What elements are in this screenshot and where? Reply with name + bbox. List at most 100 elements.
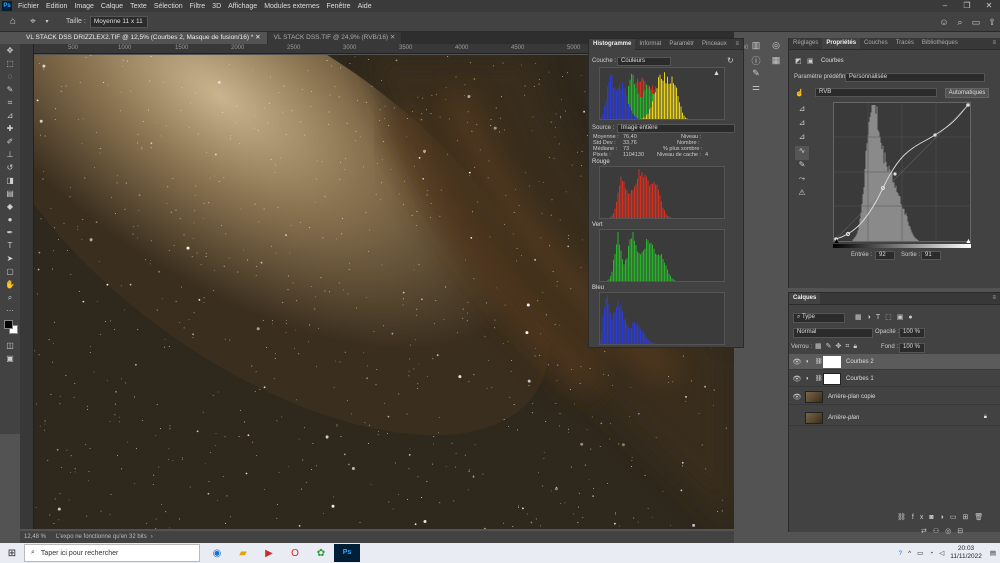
shape-tool-icon[interactable]: ▢ (0, 265, 20, 278)
menu-fichier[interactable]: Fichier (18, 3, 39, 10)
tab-traces[interactable]: Tracés (892, 38, 918, 49)
tab-document-2[interactable]: VL STACK DSS.TIF @ 24,9% (RVB/16) ✕ (267, 32, 402, 44)
marquee-tool-icon[interactable]: ⬚ (0, 57, 20, 70)
restore-icon[interactable]: ❐ (956, 0, 978, 12)
type-filter-icon[interactable]: T (876, 314, 885, 321)
tab-histogramme[interactable]: Histogramme (589, 38, 636, 50)
history-brush-icon[interactable]: ↺ (0, 161, 20, 174)
layer-name[interactable]: Courbes 1 (846, 376, 874, 382)
info-icon[interactable]: ⓘ (748, 54, 764, 68)
screen-mode-icon[interactable]: ▣ (0, 352, 20, 365)
menu-affichage[interactable]: Affichage (228, 3, 257, 10)
add-mask-icon[interactable]: ◙ (929, 514, 939, 521)
layer-row[interactable]: 👁︎ ◑ ⛓︎ Courbes 1 (789, 371, 1000, 387)
move-tool-icon[interactable]: ✥ (0, 44, 20, 57)
tab-proprietes[interactable]: Propriétés (822, 38, 861, 49)
photoshop-logo-icon[interactable]: Ps (2, 1, 12, 11)
preset-select[interactable]: Personnalisée (845, 73, 985, 82)
account-icon[interactable]: ☺ (936, 17, 952, 27)
crop-tool-icon[interactable]: ⌗ (0, 96, 20, 109)
more-tools-icon[interactable]: ··· (0, 304, 20, 317)
mask-icon[interactable]: ▣ (807, 57, 814, 65)
dock-icon-2[interactable]: ⚇ (933, 528, 945, 535)
zoom-level[interactable]: 12,48 % (24, 534, 46, 540)
layer-row[interactable]: 👁︎ Arrière-plan copie (789, 389, 1000, 405)
eyedropper-tool-icon[interactable]: ⊿ (0, 109, 20, 122)
gray-point-eyedropper-icon[interactable]: ⊿ (795, 118, 809, 132)
windows-start-icon[interactable]: ⊞ (0, 548, 24, 559)
blend-mode-select[interactable]: Normal (793, 328, 873, 338)
clock[interactable]: 20:03 11/11/2022 (950, 545, 982, 561)
menu-fenetre[interactable]: Fenêtre (326, 3, 350, 10)
lock-all-icon[interactable]: 🔒︎ (853, 343, 861, 350)
panel-menu-icon[interactable]: ≡ (988, 38, 1000, 49)
network-icon[interactable]: ◔ (929, 550, 933, 557)
color-swatches[interactable] (0, 317, 20, 339)
clipping-warning-icon[interactable]: ⚠ (795, 188, 809, 202)
help-icon[interactable]: ? (898, 550, 902, 557)
fill-field[interactable]: 100 % (899, 343, 925, 353)
dock-icon-4[interactable]: ⊟ (957, 528, 969, 535)
menu-3d[interactable]: 3D (212, 3, 221, 10)
menu-calque[interactable]: Calque (101, 3, 123, 10)
swatches-icon[interactable]: ▦ (768, 55, 784, 70)
layer-name[interactable]: Courbes 2 (846, 359, 874, 365)
refresh-icon[interactable]: ↻ (727, 56, 734, 65)
tab-informations[interactable]: Informat (635, 39, 665, 50)
home-icon[interactable]: ⌂ (6, 16, 20, 27)
link-icon[interactable]: ⛓︎ (815, 358, 823, 365)
app-icon-1[interactable]: ◉ (204, 548, 230, 559)
lock-pixels-icon[interactable]: ✎ (826, 343, 836, 350)
battery-icon[interactable]: ▭ (917, 549, 923, 557)
hand-tool-icon[interactable]: ✋ (0, 278, 20, 291)
close-icon[interactable]: ✕ (978, 0, 1000, 12)
layer-row[interactable]: 👁︎ ◑ ⛓︎ Courbes 2 (789, 354, 1000, 370)
brush-settings-icon[interactable]: ✎ (748, 68, 764, 82)
layer-thumbnail[interactable] (805, 411, 823, 424)
path-select-icon[interactable]: ➤ (0, 252, 20, 265)
output-field[interactable]: 91 (921, 251, 941, 260)
trash-icon[interactable]: 🗑︎ (974, 514, 989, 521)
tab-pinceaux[interactable]: Pinceaux (698, 39, 731, 50)
file-explorer-icon[interactable]: ▰ (230, 548, 256, 559)
input-field[interactable]: 92 (875, 251, 895, 260)
opacity-field[interactable]: 100 % (899, 328, 925, 338)
gradient-tool-icon[interactable]: ▤ (0, 187, 20, 200)
new-adjustment-icon[interactable]: ◑ (940, 514, 950, 521)
visibility-eye-icon[interactable]: 👁︎ (789, 375, 805, 383)
opera-icon[interactable]: O (282, 548, 308, 559)
panel-menu-icon[interactable]: ≡ (731, 39, 743, 50)
menu-image[interactable]: Image (74, 3, 93, 10)
auto-button[interactable]: Automatiques (945, 88, 989, 98)
chevron-right-icon[interactable]: › (151, 534, 153, 540)
curves-channel-select[interactable]: RVB (815, 88, 937, 97)
pixel-filter-icon[interactable]: ▦ (855, 314, 867, 321)
zoom-tool-icon[interactable]: ⌕ (0, 291, 20, 304)
black-slider-icon[interactable]: ▲ (833, 238, 840, 245)
panel-menu-icon[interactable]: ≡ (988, 293, 1000, 304)
lock-position-icon[interactable]: ✥ (836, 343, 846, 350)
tab-calques[interactable]: Calques (789, 293, 821, 304)
menu-selection[interactable]: Sélection (154, 3, 183, 10)
black-point-eyedropper-icon[interactable]: ⊿ (795, 104, 809, 118)
close-icon[interactable]: ✕ (255, 34, 260, 41)
dodge-tool-icon[interactable]: ● (0, 213, 20, 226)
source-select[interactable]: Image entière (617, 124, 735, 133)
blur-tool-icon[interactable]: ◆ (0, 200, 20, 213)
shape-filter-icon[interactable]: ⬚ (885, 314, 897, 321)
white-point-eyedropper-icon[interactable]: ⊿ (795, 132, 809, 146)
quick-select-tool-icon[interactable]: ✎ (0, 83, 20, 96)
layer-mask-thumbnail[interactable] (823, 355, 841, 368)
link-layers-icon[interactable]: ⛓︎ (897, 514, 912, 521)
warning-icon[interactable]: ▲ (713, 70, 720, 77)
close-icon[interactable]: ✕ (390, 34, 395, 41)
link-icon[interactable]: ⛓︎ (815, 375, 823, 382)
color-wheel-icon[interactable]: ◎ (768, 40, 784, 55)
adjustment-filter-icon[interactable]: ◑ (867, 314, 876, 321)
size-select[interactable]: Moyenne 11 x 11 (89, 15, 148, 28)
target-adjust-icon[interactable]: ☝ (795, 89, 804, 97)
layer-row[interactable]: ▫ Arrière-plan 🔒︎ (789, 410, 1000, 426)
curves-graph[interactable] (833, 102, 971, 242)
menu-aide[interactable]: Aide (358, 3, 372, 10)
pencil-tool-icon[interactable]: ✎ (795, 160, 809, 174)
